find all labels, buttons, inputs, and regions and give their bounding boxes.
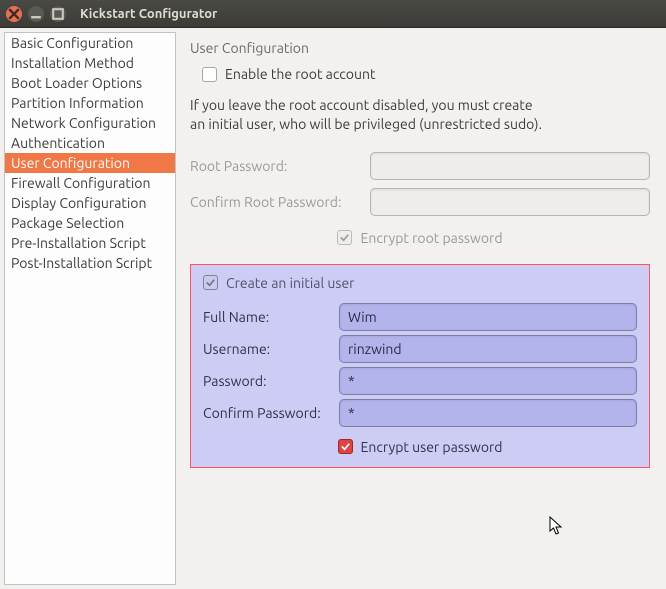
info-line-1: If you leave the root account disabled, … — [190, 96, 650, 115]
sidebar-item-label: Authentication — [11, 135, 105, 151]
username-label: Username: — [203, 341, 331, 357]
password-label: Password: — [203, 373, 331, 389]
sidebar-item-pre-installation-script[interactable]: Pre-Installation Script — [5, 233, 175, 253]
root-password-label: Root Password: — [190, 158, 362, 174]
encrypt-root-checkbox — [337, 230, 352, 245]
sidebar-item-label: Basic Configuration — [11, 35, 133, 51]
encrypt-root-label: Encrypt root password — [360, 230, 502, 246]
enable-root-checkbox[interactable] — [202, 67, 217, 82]
sidebar-item-network-configuration[interactable]: Network Configuration — [5, 113, 175, 133]
sidebar-item-display-configuration[interactable]: Display Configuration — [5, 193, 175, 213]
full-name-input[interactable] — [339, 303, 637, 331]
confirm-root-password-input — [370, 188, 650, 216]
sidebar-item-boot-loader-options[interactable]: Boot Loader Options — [5, 73, 175, 93]
sidebar: Basic Configuration Installation Method … — [4, 32, 176, 585]
sidebar-item-label: User Configuration — [11, 155, 130, 171]
close-icon[interactable] — [6, 6, 22, 22]
sidebar-item-partition-information[interactable]: Partition Information — [5, 93, 175, 113]
encrypt-user-password-label: Encrypt user password — [361, 439, 503, 455]
sidebar-item-installation-method[interactable]: Installation Method — [5, 53, 175, 73]
sidebar-item-authentication[interactable]: Authentication — [5, 133, 175, 153]
sidebar-item-label: Firewall Configuration — [11, 175, 150, 191]
app-window: Kickstart Configurator Basic Configurati… — [0, 0, 666, 589]
maximize-icon[interactable] — [50, 6, 66, 22]
titlebar: Kickstart Configurator — [0, 0, 666, 28]
sidebar-item-label: Package Selection — [11, 215, 124, 231]
create-initial-user-checkbox — [203, 275, 218, 290]
root-password-input — [370, 152, 650, 180]
sidebar-item-firewall-configuration[interactable]: Firewall Configuration — [5, 173, 175, 193]
info-line-2: an initial user, who will be privileged … — [190, 115, 650, 134]
confirm-root-password-label: Confirm Root Password: — [190, 194, 362, 210]
sidebar-item-label: Post-Installation Script — [11, 255, 152, 271]
confirm-password-input[interactable] — [339, 399, 637, 427]
encrypt-user-password-checkbox[interactable] — [338, 439, 353, 454]
sidebar-item-label: Display Configuration — [11, 195, 147, 211]
sidebar-item-label: Installation Method — [11, 55, 134, 71]
enable-root-label: Enable the root account — [225, 66, 375, 82]
password-input[interactable] — [339, 367, 637, 395]
initial-user-section: Create an initial user Full Name: Userna… — [190, 264, 650, 468]
main-panel: User Configuration Enable the root accou… — [176, 32, 662, 585]
sidebar-item-basic-configuration[interactable]: Basic Configuration — [5, 33, 175, 53]
section-title: User Configuration — [190, 40, 650, 56]
sidebar-item-label: Pre-Installation Script — [11, 235, 146, 251]
sidebar-item-label: Network Configuration — [11, 115, 156, 131]
minimize-icon[interactable] — [28, 6, 44, 22]
username-input[interactable] — [339, 335, 637, 363]
content-area: Basic Configuration Installation Method … — [0, 28, 666, 589]
confirm-password-label: Confirm Password: — [203, 405, 331, 421]
sidebar-item-user-configuration[interactable]: User Configuration — [5, 153, 175, 173]
sidebar-item-label: Boot Loader Options — [11, 75, 142, 91]
info-text: If you leave the root account disabled, … — [190, 96, 650, 134]
sidebar-item-package-selection[interactable]: Package Selection — [5, 213, 175, 233]
sidebar-item-label: Partition Information — [11, 95, 144, 111]
full-name-label: Full Name: — [203, 309, 331, 325]
window-title: Kickstart Configurator — [80, 7, 217, 21]
create-initial-user-label: Create an initial user — [226, 275, 354, 291]
sidebar-item-post-installation-script[interactable]: Post-Installation Script — [5, 253, 175, 273]
